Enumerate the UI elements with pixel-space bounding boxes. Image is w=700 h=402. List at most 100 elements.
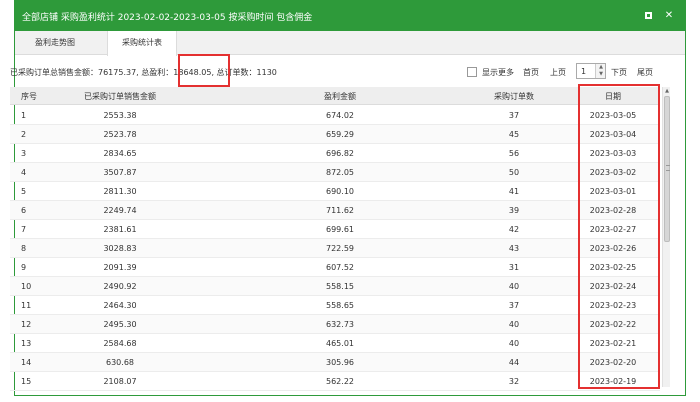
tab-bar: 盈利走势图 采购统计表: [15, 31, 685, 56]
cell-profit-amount: 674.02: [326, 111, 354, 120]
cell-sales-amount: 2464.30: [103, 301, 137, 310]
sales-total-value: 76175.37: [98, 68, 137, 77]
table-row[interactable]: 6 2249.74 711.62 39 2023-02-28: [10, 201, 660, 220]
cell-index: 5: [21, 187, 27, 196]
cell-order-count: 43: [508, 244, 520, 253]
table-row[interactable]: 12 2495.30 632.73 40 2023-02-22: [10, 315, 660, 334]
order-count-value: 1130: [256, 68, 277, 77]
profit-total-label: 总盈利：: [141, 68, 174, 77]
table-row[interactable]: 10 2490.92 558.15 40 2023-02-24: [10, 277, 660, 296]
tab-profit-trend[interactable]: 盈利走势图: [20, 31, 90, 55]
cell-order-count: 44: [508, 358, 520, 367]
cell-sales-amount: 2811.30: [103, 187, 137, 196]
next-page-link[interactable]: 下页: [611, 67, 627, 78]
cell-order-count: 45: [508, 130, 520, 139]
cell-profit-amount: 558.65: [326, 301, 354, 310]
cell-order-count: 40: [508, 320, 520, 329]
table-row[interactable]: 1 2553.38 674.02 37 2023-03-05: [10, 106, 660, 125]
cell-sales-amount: 3507.87: [103, 168, 137, 177]
scroll-thumb[interactable]: [664, 96, 670, 242]
title-bar[interactable]: 全部店铺 采购盈利统计 2023-02-02-2023-03-05 按采购时间 …: [15, 1, 685, 31]
page-number-input[interactable]: 1 ▲ ▼: [576, 63, 606, 79]
cell-order-count: 39: [508, 206, 520, 215]
cell-profit-amount: 607.52: [326, 263, 354, 272]
table-row[interactable]: 5 2811.30 690.10 41 2023-03-01: [10, 182, 660, 201]
cell-profit-amount: 690.10: [326, 187, 354, 196]
table-row[interactable]: 4 3507.87 872.05 50 2023-03-02: [10, 163, 660, 182]
cell-index: 10: [21, 282, 32, 291]
cell-sales-amount: 2091.39: [103, 263, 137, 272]
profit-total-highlight: [178, 54, 230, 87]
scroll-up-icon[interactable]: ▲: [663, 87, 671, 95]
cell-index: 1: [21, 111, 27, 120]
cell-sales-amount: 2495.30: [103, 320, 137, 329]
cell-order-count: 31: [508, 263, 520, 272]
grip-icon: [666, 165, 670, 171]
sales-total-label: 已采购订单总销售金额：: [10, 68, 98, 77]
header-order-count[interactable]: 采购订单数: [490, 91, 538, 102]
cell-index: 8: [21, 244, 27, 253]
cell-profit-amount: 696.82: [326, 149, 354, 158]
cell-profit-amount: 558.15: [326, 282, 354, 291]
cell-sales-amount: 2490.92: [103, 282, 137, 291]
cell-order-count: 37: [508, 111, 520, 120]
table-row[interactable]: 7 2381.61 699.61 42 2023-02-27: [10, 220, 660, 239]
show-more-label[interactable]: 显示更多: [482, 67, 514, 78]
tab-purchase-stats[interactable]: 采购统计表: [107, 31, 177, 56]
cell-sales-amount: 2249.74: [103, 206, 137, 215]
cell-profit-amount: 872.05: [326, 168, 354, 177]
cell-order-count: 40: [508, 339, 520, 348]
spin-down-icon[interactable]: ▼: [596, 71, 606, 78]
cell-sales-amount: 2108.07: [103, 377, 137, 386]
cell-index: 11: [21, 301, 32, 310]
table-row[interactable]: 2 2523.78 659.29 45 2023-03-04: [10, 125, 660, 144]
window-title: 全部店铺 采购盈利统计 2023-02-02-2023-03-05 按采购时间 …: [22, 13, 313, 23]
first-page-link[interactable]: 首页: [523, 67, 539, 78]
cell-index: 13: [21, 339, 32, 348]
date-column-highlight: [578, 84, 660, 389]
table-row[interactable]: 13 2584.68 465.01 40 2023-02-21: [10, 334, 660, 353]
close-button[interactable]: ✕: [663, 10, 675, 22]
table-row[interactable]: 3 2834.65 696.82 56 2023-03-03: [10, 144, 660, 163]
vertical-scrollbar[interactable]: ▲: [662, 87, 670, 387]
cell-sales-amount: 2381.61: [103, 225, 137, 234]
cell-sales-amount: 3028.83: [103, 244, 137, 253]
cell-order-count: 37: [508, 301, 520, 310]
table-header: 序号 已采购订单销售金额 盈利金额 采购订单数 日期: [10, 87, 660, 105]
cell-sales-amount: 2834.65: [103, 149, 137, 158]
cell-profit-amount: 659.29: [326, 130, 354, 139]
spin-up-icon[interactable]: ▲: [596, 64, 606, 71]
table-row[interactable]: 8 3028.83 722.59 43 2023-02-26: [10, 239, 660, 258]
cell-index: 14: [21, 358, 32, 367]
cell-order-count: 32: [508, 377, 520, 386]
cell-sales-amount: 2523.78: [103, 130, 137, 139]
table-row[interactable]: 9 2091.39 607.52 31 2023-02-25: [10, 258, 660, 277]
cell-profit-amount: 632.73: [326, 320, 354, 329]
table-row[interactable]: 15 2108.07 562.22 32 2023-02-19: [10, 372, 660, 391]
cell-profit-amount: 722.59: [326, 244, 354, 253]
cell-profit-amount: 465.01: [326, 339, 354, 348]
table-row[interactable]: 14 630.68 305.96 44 2023-02-20: [10, 353, 660, 372]
table-row[interactable]: 11 2464.30 558.65 37 2023-02-23: [10, 296, 660, 315]
cell-index: 15: [21, 377, 32, 386]
cell-sales-amount: 2553.38: [103, 111, 137, 120]
header-sales-amount[interactable]: 已采购订单销售金额: [70, 91, 170, 102]
square-icon: [644, 12, 652, 19]
cell-profit-amount: 305.96: [326, 358, 354, 367]
last-page-link[interactable]: 尾页: [637, 67, 653, 78]
cell-index: 12: [21, 320, 32, 329]
summary-line: 已采购订单总销售金额：76175.37, 总盈利：18648.05, 总订单数：…: [10, 68, 277, 77]
cell-index: 4: [21, 168, 27, 177]
page-number-value: 1: [581, 67, 587, 76]
header-profit-amount[interactable]: 盈利金额: [310, 91, 370, 102]
minimize-button[interactable]: [642, 10, 654, 22]
header-index[interactable]: 序号: [21, 91, 37, 102]
cell-order-count: 40: [508, 282, 520, 291]
page-spinner[interactable]: ▲ ▼: [595, 64, 605, 78]
show-more-checkbox[interactable]: [467, 67, 477, 77]
cell-sales-amount: 630.68: [106, 358, 134, 367]
cell-order-count: 42: [508, 225, 520, 234]
cell-order-count: 50: [508, 168, 520, 177]
prev-page-link[interactable]: 上页: [550, 67, 566, 78]
cell-index: 2: [21, 130, 27, 139]
